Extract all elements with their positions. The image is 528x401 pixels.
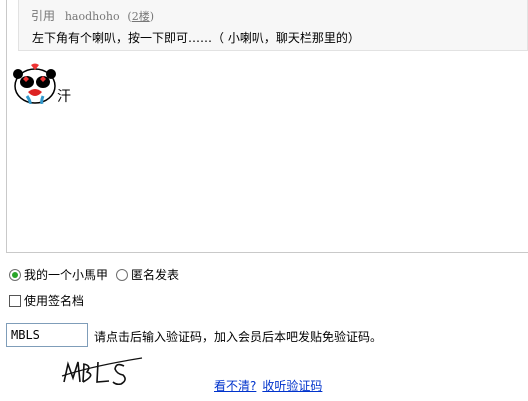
post-editor[interactable]: 引用 haodhoho (2楼) 左下角有个喇叭，按一下即可……（ 小喇叭，聊天… <box>6 0 528 253</box>
signature-checkbox[interactable] <box>9 294 21 307</box>
quote-prefix: 引用 <box>31 9 56 23</box>
identity-label-anonymous[interactable]: 匿名发表 <box>131 266 179 283</box>
verification-hint: 请点击后输入验证码，加入会员后本吧发贴免验证码。 <box>94 330 383 344</box>
captcha-links: 看不清? 收听验证码 <box>214 377 322 394</box>
identity-options: 我的一个小馬甲 匿名发表 <box>9 266 179 283</box>
quote-floor-link[interactable]: 2楼 <box>132 10 150 23</box>
quote-block: 引用 haodhoho (2楼) 左下角有个喇叭，按一下即可……（ 小喇叭，聊天… <box>18 0 528 51</box>
editor-text: 汗 <box>57 89 71 105</box>
captcha-unclear-link[interactable]: 看不清? <box>214 377 256 394</box>
quote-floor: (2楼) <box>127 10 154 23</box>
quote-header: 引用 haodhoho (2楼) <box>31 7 154 24</box>
captcha-listen-link[interactable]: 收听验证码 <box>262 377 322 394</box>
quote-user: haodhoho <box>64 10 120 23</box>
identity-radio-anonymous[interactable] <box>116 268 129 281</box>
quote-text: 左下角有个喇叭，按一下即可……（ 小喇叭，聊天栏那里的） <box>32 31 360 45</box>
signature-label[interactable]: 使用签名档 <box>24 292 84 309</box>
identity-label-vest[interactable]: 我的一个小馬甲 <box>24 266 108 283</box>
signature-row: 使用签名档 <box>9 292 84 309</box>
captcha-image[interactable] <box>60 352 146 392</box>
panda-sweat-emoticon <box>13 63 56 104</box>
verification-code-input[interactable] <box>6 323 88 347</box>
identity-radio-vest[interactable] <box>9 268 21 281</box>
